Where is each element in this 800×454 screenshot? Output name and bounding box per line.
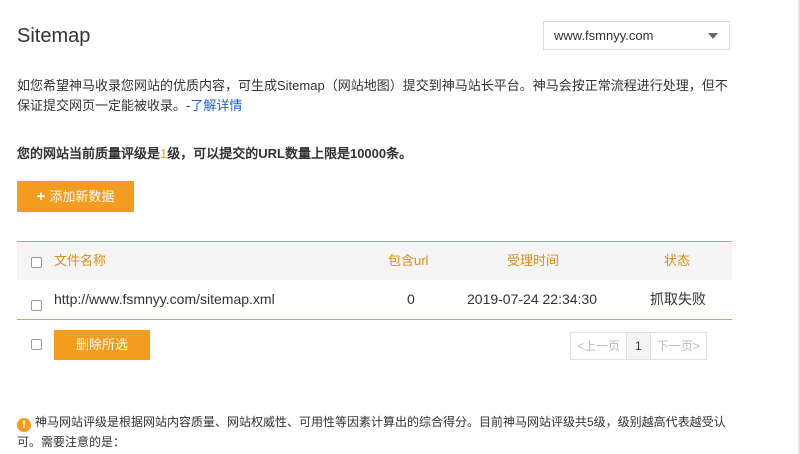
quality-suffix: 级，可以提交的URL数量上限是10000条。 xyxy=(167,146,413,161)
sitemap-table: 文件名称 包含url 受理时间 状态 http://www.fsmnyy.com… xyxy=(17,241,732,320)
select-all-checkbox[interactable] xyxy=(31,257,42,268)
add-data-label: 添加新数据 xyxy=(49,189,115,204)
table-row: http://www.fsmnyy.com/sitemap.xml 0 2019… xyxy=(17,280,732,320)
col-status: 状态 xyxy=(664,253,691,268)
table-header: 文件名称 包含url 受理时间 状态 xyxy=(17,241,732,280)
row-time: 2019-07-24 22:34:30 xyxy=(467,291,597,307)
notice-text: 神马网站评级是根据网站内容质量、网站权威性、可用性等因素计算出的综合得分。目前神… xyxy=(17,415,726,449)
page-title: Sitemap xyxy=(17,25,91,47)
current-page[interactable]: 1 xyxy=(626,332,651,360)
quality-statement: 您的网站当前质量评级是1级，可以提交的URL数量上限是10000条。 xyxy=(17,143,412,162)
delete-selected-button[interactable]: 删除所选 xyxy=(54,330,150,360)
col-time: 受理时间 xyxy=(507,253,560,268)
warning-icon: ! xyxy=(17,418,31,432)
pagination: <上一页 1 下一页> xyxy=(570,332,707,360)
row-checkbox[interactable] xyxy=(31,300,42,311)
intro-text: 如您希望神马收录您网站的优质内容，可生成Sitemap（网站地图）提交到神马站长… xyxy=(17,76,737,116)
next-page-button[interactable]: 下一页> xyxy=(649,332,707,360)
site-select-value: www.fsmnyy.com xyxy=(554,28,654,43)
col-file-name: 文件名称 xyxy=(54,253,107,268)
site-select[interactable]: www.fsmnyy.com xyxy=(543,21,730,50)
intro-description: 如您希望神马收录您网站的优质内容，可生成Sitemap（网站地图）提交到神马站长… xyxy=(17,78,728,113)
bulk-select-checkbox[interactable] xyxy=(31,339,42,350)
learn-more-link[interactable]: 了解详情 xyxy=(190,98,242,113)
rating-notice: ! 神马网站评级是根据网站内容质量、网站权威性、可用性等因素计算出的综合得分。目前… xyxy=(17,412,737,452)
row-status: 抓取失败 xyxy=(650,291,706,307)
quality-prefix: 您的网站当前质量评级是 xyxy=(17,146,161,161)
row-url-count: 0 xyxy=(407,291,415,307)
col-url-count: 包含url xyxy=(388,253,429,268)
add-data-button[interactable]: + 添加新数据 xyxy=(17,181,134,212)
plus-icon: + xyxy=(36,188,46,205)
prev-page-button[interactable]: <上一页 xyxy=(570,332,628,360)
row-file-name: http://www.fsmnyy.com/sitemap.xml xyxy=(54,291,275,307)
chevron-down-icon xyxy=(708,33,718,39)
